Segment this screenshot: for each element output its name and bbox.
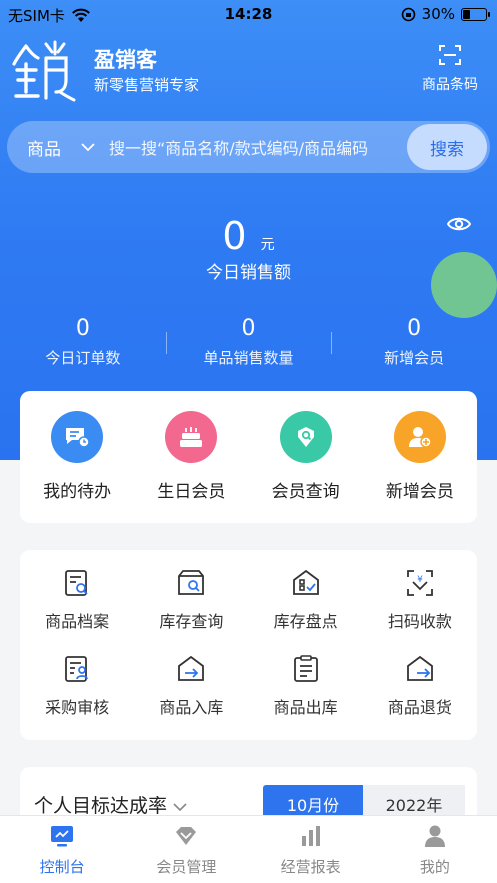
stock-in-icon	[178, 655, 205, 681]
search-category-select[interactable]: 商品	[27, 135, 61, 160]
stocktake-icon	[292, 569, 319, 595]
rotation-lock-icon	[401, 7, 415, 21]
quick-actions-card: 我的待办 生日会员 会员查询 新增会员	[20, 391, 477, 523]
stats-row: 0 今日订单数 0 单品销售数量 0 新增会员	[0, 316, 497, 368]
stat-items-sold: 0 单品销售数量	[165, 316, 332, 368]
tab-label: 控制台	[39, 858, 85, 876]
todo-icon	[51, 411, 104, 463]
tool-product-file[interactable]: 商品档案	[20, 568, 134, 652]
tab-member-management[interactable]: 会员管理	[124, 816, 248, 883]
battery-icon	[461, 7, 490, 21]
chevron-down-icon	[173, 803, 187, 812]
tool-stock-in[interactable]: 商品入库	[134, 654, 248, 738]
quick-action-label: 我的待办	[43, 482, 112, 502]
member-icon	[176, 827, 197, 845]
tool-label: 库存查询	[159, 612, 224, 631]
tool-purchase-review[interactable]: 采购审核	[20, 654, 134, 738]
barcode-label: 商品条码	[422, 77, 478, 93]
svg-text:¥: ¥	[417, 575, 423, 585]
member-search-icon	[279, 411, 332, 463]
stat-label: 今日订单数	[45, 349, 121, 367]
sales-amount: 0	[222, 214, 247, 258]
search-button[interactable]: 搜索	[407, 124, 487, 170]
scan-barcode-icon	[439, 45, 461, 65]
app-logo	[12, 40, 76, 102]
battery-fill	[463, 9, 470, 19]
stat-value: 0	[407, 316, 422, 341]
tool-label: 采购审核	[45, 698, 110, 717]
stat-label: 新增会员	[384, 349, 445, 367]
barcode-button[interactable]: 商品条码	[417, 44, 483, 94]
tools-card: 商品档案 库存查询 库存盘点 ¥ 扫码收款 采购审核 商品入库 商品出库 商品退…	[20, 550, 477, 740]
sales-unit: 元	[260, 237, 275, 253]
cake-icon	[165, 411, 218, 463]
app-title: 盈销客	[94, 48, 157, 72]
quick-action-label: 会员查询	[271, 482, 340, 502]
quick-action-add-member[interactable]: 新增会员	[363, 391, 477, 523]
stat-label: 单品销售数量	[203, 349, 294, 367]
today-sales: 0元 今日销售额	[0, 214, 497, 283]
stat-new-members: 0 新增会员	[331, 316, 497, 368]
tool-stock-out[interactable]: 商品出库	[249, 654, 363, 738]
scan-pay-icon: ¥	[406, 570, 433, 596]
profile-icon	[424, 825, 445, 847]
tab-label: 经营报表	[280, 858, 341, 876]
target-title[interactable]: 个人目标达成率	[34, 791, 187, 818]
quick-action-birthday[interactable]: 生日会员	[134, 391, 248, 523]
bottom-tab-bar: 控制台 会员管理 经营报表 我的	[0, 815, 497, 883]
quick-action-label: 新增会员	[385, 482, 454, 502]
inventory-query-icon	[178, 570, 205, 595]
add-member-icon	[393, 411, 446, 463]
tab-dashboard[interactable]: 控制台	[0, 816, 124, 883]
dashboard-icon	[51, 826, 74, 847]
tool-scan-pay[interactable]: ¥ 扫码收款	[363, 568, 477, 652]
stat-value: 0	[75, 316, 90, 341]
chevron-down-icon[interactable]	[81, 142, 95, 152]
status-bar: 无SIM卡 14:28 30%	[0, 0, 497, 28]
tool-stocktake[interactable]: 库存盘点	[249, 568, 363, 652]
purchase-review-icon	[65, 656, 88, 682]
stat-value: 0	[241, 316, 256, 341]
sales-label: 今日销售额	[206, 263, 291, 283]
return-icon	[406, 655, 433, 681]
quick-action-label: 生日会员	[157, 482, 226, 502]
quick-action-todo[interactable]: 我的待办	[20, 391, 134, 523]
tool-label: 扫码收款	[387, 612, 452, 631]
product-file-icon	[65, 570, 88, 596]
stock-out-icon	[293, 655, 318, 682]
floating-circle-button[interactable]	[431, 252, 497, 318]
tool-label: 商品入库	[159, 698, 224, 717]
battery-percent: 30%	[421, 5, 455, 23]
target-title-text: 个人目标达成率	[34, 795, 168, 817]
tool-return[interactable]: 商品退货	[363, 654, 477, 738]
tool-label: 库存盘点	[273, 612, 338, 631]
report-icon	[301, 826, 320, 846]
search-bar: 商品 搜一搜“商品名称/款式编码/商品编码 搜索	[7, 121, 490, 173]
tool-inventory-query[interactable]: 库存查询	[134, 568, 248, 652]
tab-label: 我的	[419, 858, 450, 876]
tool-label: 商品退货	[387, 698, 452, 717]
app-subtitle: 新零售营销专家	[94, 76, 200, 94]
quick-action-member-search[interactable]: 会员查询	[249, 391, 363, 523]
search-input[interactable]: 搜一搜“商品名称/款式编码/商品编码	[109, 135, 401, 159]
tool-label: 商品档案	[45, 612, 110, 631]
tab-label: 会员管理	[156, 858, 217, 876]
tab-business-reports[interactable]: 经营报表	[249, 816, 373, 883]
tool-label: 商品出库	[273, 698, 338, 717]
stat-orders: 0 今日订单数	[0, 316, 166, 368]
tab-profile[interactable]: 我的	[373, 816, 497, 883]
